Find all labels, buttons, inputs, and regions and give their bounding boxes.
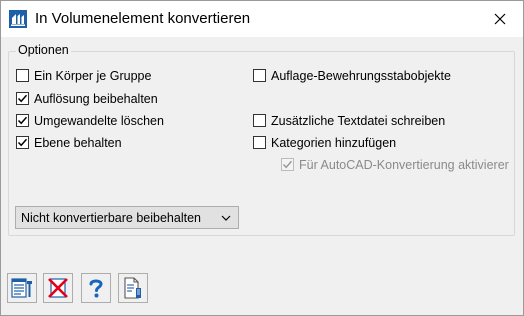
dropdown-value: Nicht konvertierbare beibehalten [21,210,201,225]
checkbox-box[interactable] [16,69,29,82]
checkbox-label: Ebene behalten [34,135,122,150]
help-button[interactable] [81,273,111,303]
checkmark-icon [17,138,28,147]
app-icon [9,10,27,28]
ok-icon [11,278,32,298]
checkmark-icon [282,160,293,169]
checkbox-label: Auflage-Bewehrungsstabobjekte [271,68,451,83]
checkbox-label: Umgewandelte löschen [34,113,164,128]
checkbox-box[interactable] [16,92,29,105]
checkbox-add-categories[interactable]: Kategorien hinzufügen [253,134,396,151]
ok-button[interactable] [7,273,37,303]
checkbox-box[interactable] [253,69,266,82]
info-button[interactable] [118,273,148,303]
checkbox-autocad-conversion[interactable]: Für AutoCAD-Konvertierung aktivierer [281,156,509,173]
checkbox-box[interactable] [16,114,29,127]
checkbox-keep-layer[interactable]: Ebene behalten [16,134,122,151]
checkbox-delete-converted[interactable]: Umgewandelte löschen [16,112,164,129]
chevron-down-icon [217,215,235,221]
checkbox-label: Ein Körper je Gruppe [34,68,152,83]
cancel-button[interactable] [43,273,73,303]
cancel-icon [48,278,68,298]
close-icon [494,13,506,25]
checkbox-label: Auflösung beibehalten [34,91,158,106]
checkbox-label: Für AutoCAD-Konvertierung aktivierer [299,157,509,172]
close-button[interactable] [477,1,523,37]
document-info-icon [124,277,141,299]
help-icon [89,279,103,298]
checkbox-one-body-per-group[interactable]: Ein Körper je Gruppe [16,67,151,84]
checkbox-keep-resolution[interactable]: Auflösung beibehalten [16,90,158,107]
non-convertible-dropdown[interactable]: Nicht konvertierbare beibehalten [15,206,239,229]
checkbox-box[interactable] [253,114,266,127]
options-legend: Optionen [16,43,71,58]
checkbox-label: Kategorien hinzufügen [271,135,397,150]
checkbox-box[interactable] [16,136,29,149]
checkmark-icon [17,116,28,125]
window-title: In Volumenelement konvertieren [35,10,251,27]
checkmark-icon [17,94,28,103]
checkbox-box[interactable] [281,158,294,171]
checkbox-box[interactable] [253,136,266,149]
checkbox-rebar-objects[interactable]: Auflage-Bewehrungsstabobjekte [253,67,451,84]
checkbox-label: Zusätzliche Textdatei schreiben [271,113,446,128]
checkbox-write-text-file[interactable]: Zusätzliche Textdatei schreiben [253,112,445,129]
dialog-window: In Volumenelement konvertieren Optionen … [0,0,524,316]
title-bar[interactable]: In Volumenelement konvertieren [1,1,523,37]
